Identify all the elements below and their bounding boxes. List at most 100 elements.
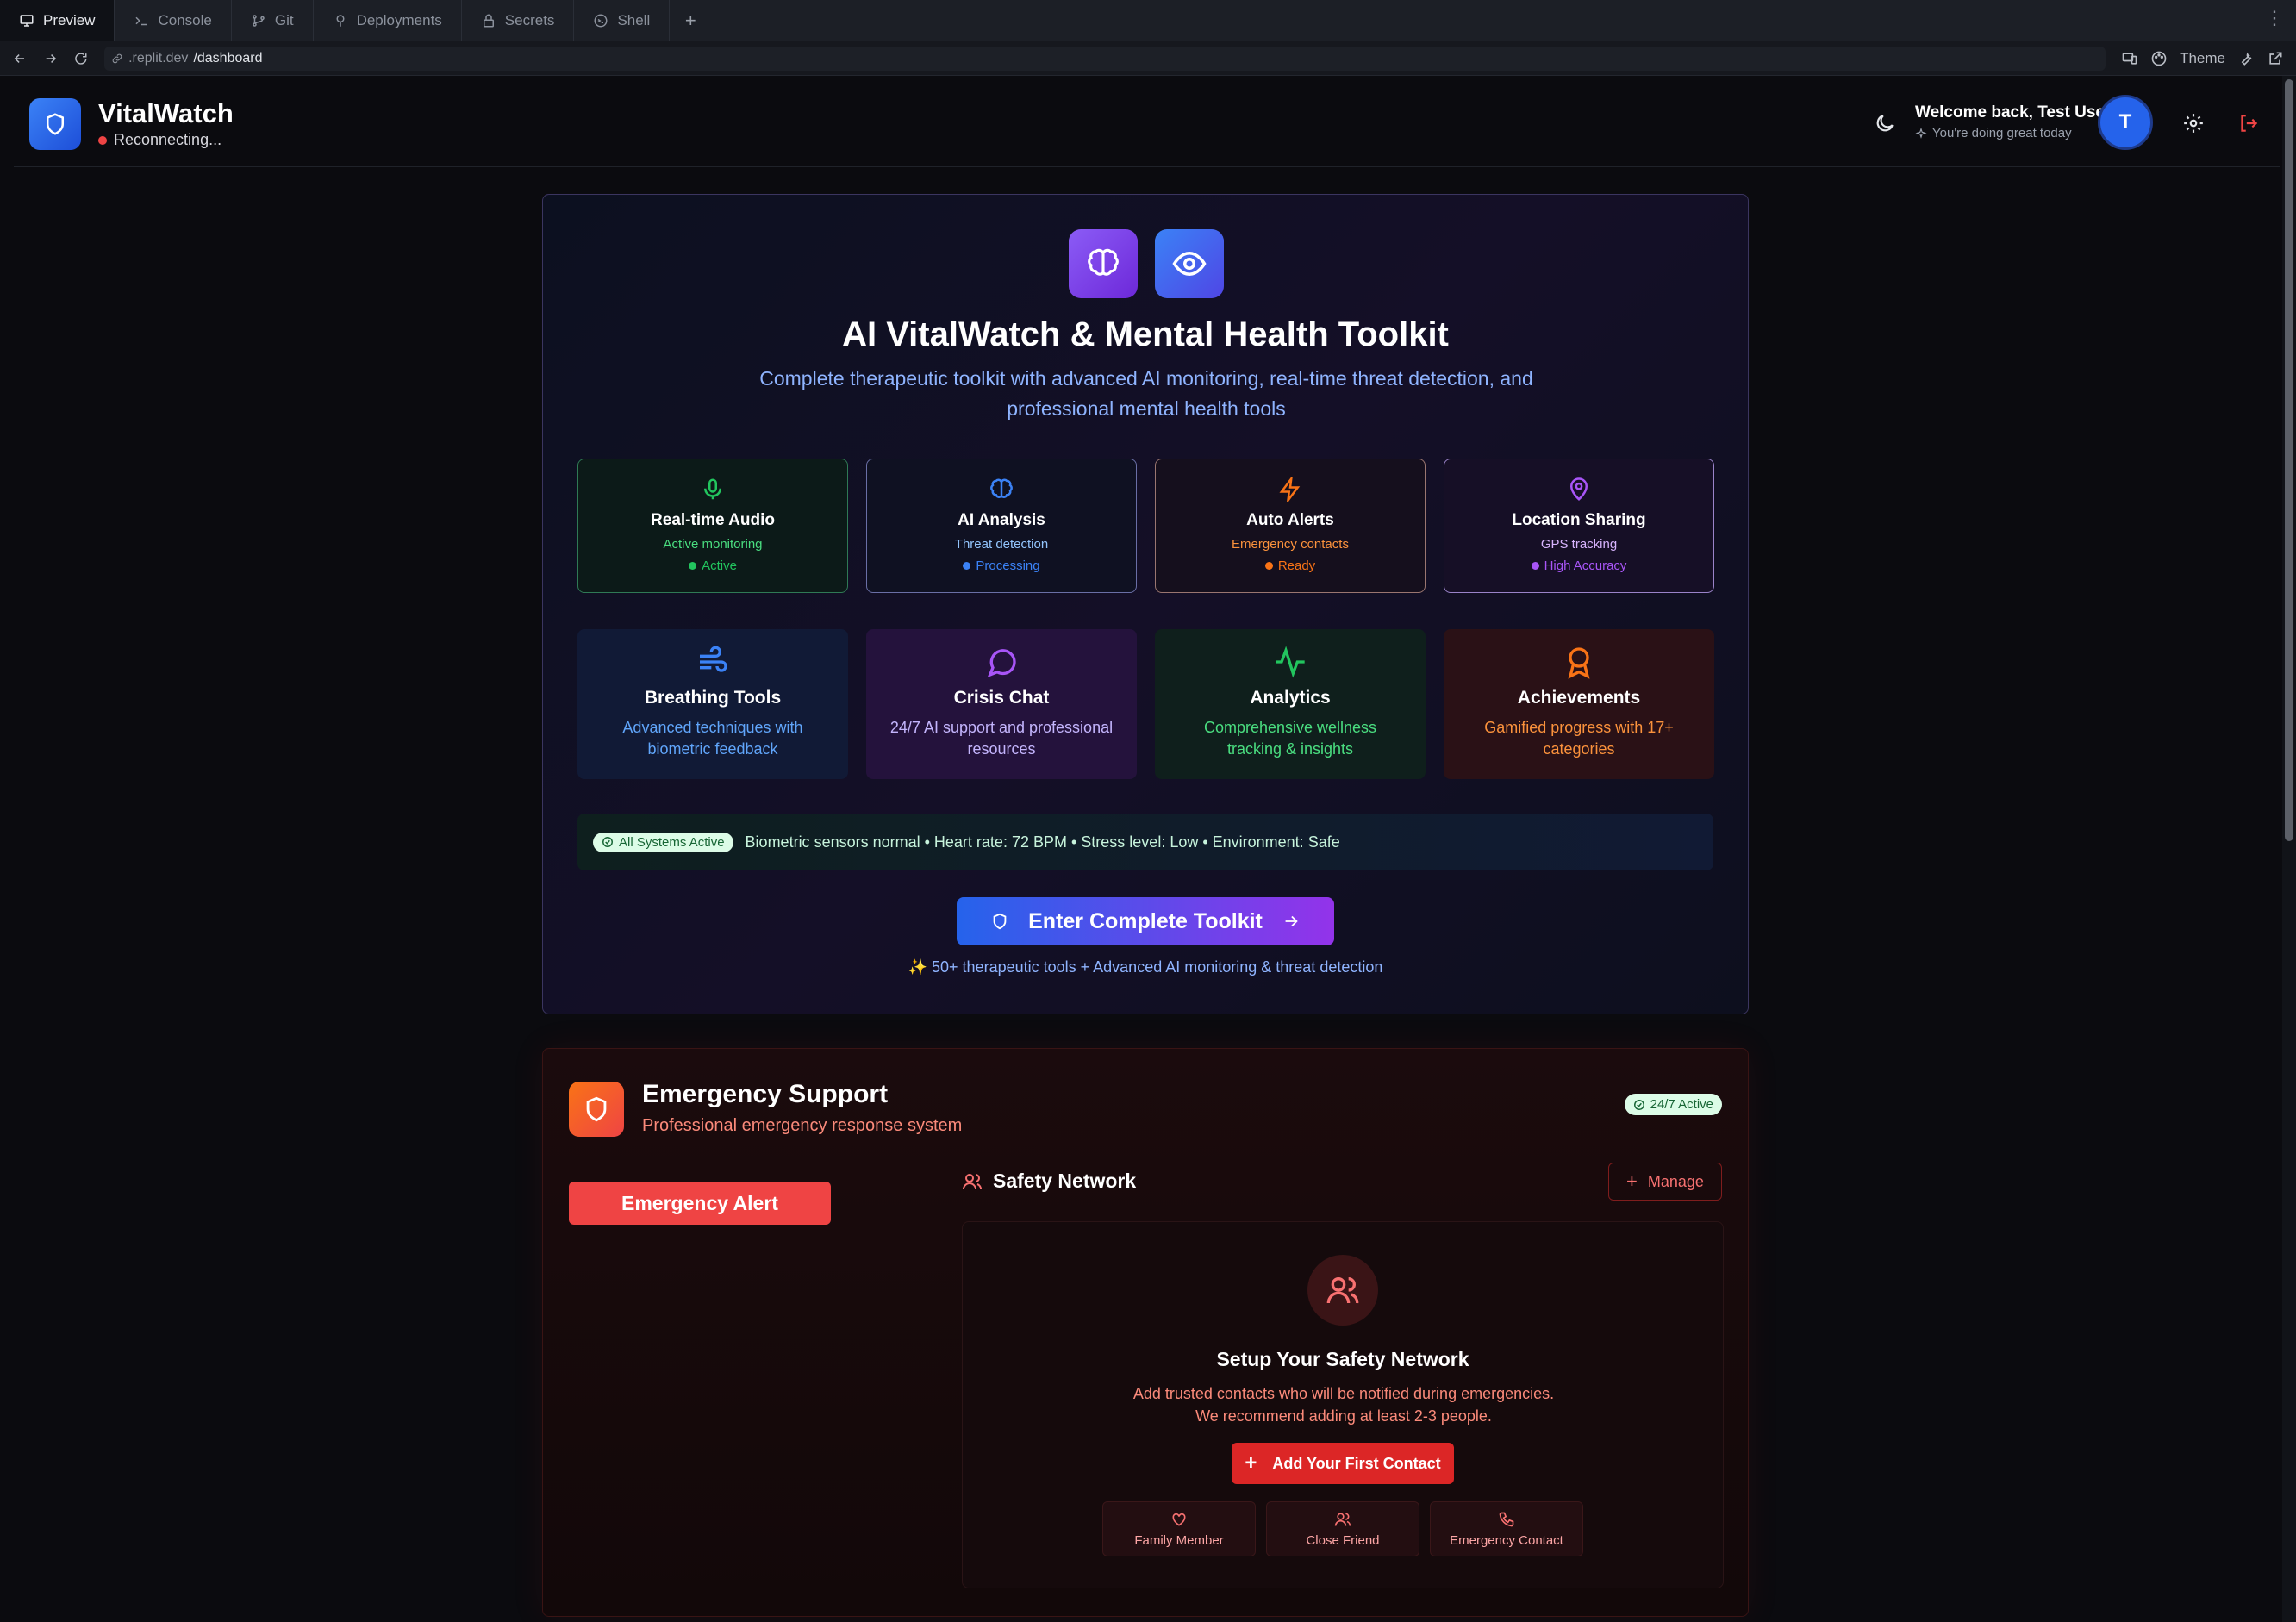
feature-cards: Breathing Tools Advanced techniques with…	[577, 629, 1714, 779]
feature-card-desc: Gamified progress with 17+ categories	[1484, 719, 1674, 758]
zap-icon	[1279, 477, 1301, 502]
tab-deployments[interactable]: Deployments	[314, 0, 462, 41]
arrow-right-icon	[1285, 915, 1298, 927]
more-menu-icon[interactable]: ⋮	[2265, 9, 2284, 28]
add-first-contact-button[interactable]: + Add Your First Contact	[1232, 1443, 1454, 1484]
wrench-icon[interactable]	[2237, 50, 2255, 67]
brain-icon	[1088, 248, 1119, 276]
contact-type-label: Family Member	[1134, 1532, 1224, 1548]
status-card-state: Processing	[963, 558, 1040, 573]
app-title: VitalWatch	[98, 98, 234, 128]
shield-icon	[586, 1096, 607, 1122]
manage-button[interactable]: + Manage	[1608, 1163, 1722, 1201]
tab-label: Deployments	[356, 11, 442, 28]
toolkit-subtitle: Complete therapeutic toolkit with advanc…	[759, 367, 1533, 420]
contact-type-label: Emergency Contact	[1450, 1532, 1563, 1548]
status-state-text: Processing	[976, 558, 1040, 573]
emergency-alert-button[interactable]: Emergency Alert	[569, 1182, 831, 1225]
feature-card-desc: Comprehensive wellness tracking & insigh…	[1203, 719, 1377, 758]
tab-git[interactable]: Git	[232, 0, 314, 41]
users-icon	[1334, 1513, 1351, 1526]
status-card-state: Active	[689, 558, 737, 573]
add-contact-label: Add Your First Contact	[1272, 1454, 1441, 1472]
shell-icon	[594, 14, 608, 27]
feature-card-title: Achievements	[1517, 688, 1641, 708]
deploy-icon	[336, 14, 345, 27]
feature-card-achievements[interactable]: Achievements Gamified progress with 17+ …	[1444, 629, 1714, 779]
status-badge-text: 24/7 Active	[1650, 1097, 1713, 1112]
tab-secrets[interactable]: Secrets	[462, 0, 575, 41]
theme-button[interactable]: Theme	[2180, 50, 2225, 67]
brain-hero-icon	[1069, 229, 1138, 298]
emergency-title: Emergency Support	[642, 1080, 889, 1108]
eye-icon	[1172, 251, 1207, 277]
devices-icon[interactable]	[2121, 50, 2138, 67]
feature-card-title: Breathing Tools	[644, 688, 782, 708]
connection-status-text: Reconnecting...	[114, 131, 222, 148]
app-header: VitalWatch Reconnecting... Welcome back,…	[14, 79, 2280, 167]
ide-tab-bar: Preview Console Git Deployments Secrets …	[0, 0, 2296, 41]
gear-icon[interactable]	[2182, 112, 2205, 134]
brain-icon	[990, 478, 1013, 498]
tab-preview[interactable]: Preview	[0, 0, 115, 41]
system-status-bar: All Systems Active Biometric sensors nor…	[577, 814, 1713, 870]
shield-icon	[993, 913, 1007, 930]
moon-icon[interactable]	[1874, 112, 1896, 134]
feature-card-analytics[interactable]: Analytics Comprehensive wellness trackin…	[1155, 629, 1426, 779]
reload-icon[interactable]	[73, 49, 89, 68]
status-state-text: Active	[702, 558, 737, 573]
status-card-audio[interactable]: Real-time Audio Active monitoring Active	[577, 459, 848, 593]
feature-card-desc: Advanced techniques with biometric feedb…	[622, 719, 803, 758]
toolkit-footer: ✨ 50+ therapeutic tools + Advanced AI mo…	[908, 958, 1383, 976]
contact-type-emergency[interactable]: Emergency Contact	[1430, 1501, 1583, 1556]
url-input[interactable]: .replit.dev/dashboard	[104, 46, 2106, 71]
status-card-title: Auto Alerts	[1246, 511, 1334, 529]
award-icon	[1568, 647, 1590, 679]
tab-shell[interactable]: Shell	[574, 0, 671, 41]
tab-label: Secrets	[504, 11, 555, 28]
status-card-title: AI Analysis	[958, 511, 1045, 529]
status-card-desc: Active monitoring	[663, 537, 763, 552]
contact-type-friend[interactable]: Close Friend	[1266, 1501, 1419, 1556]
status-badge: 24/7 Active	[1624, 1094, 1722, 1115]
lock-icon	[483, 14, 494, 27]
users-icon	[1326, 1277, 1359, 1304]
avatar[interactable]: T	[2098, 95, 2153, 150]
setup-desc-line-1: Add trusted contacts who will be notifie…	[1132, 1385, 1555, 1402]
tab-console[interactable]: Console	[115, 0, 232, 41]
scrollbar-thumb[interactable]	[2285, 79, 2293, 841]
status-card-alerts[interactable]: Auto Alerts Emergency contacts Ready	[1155, 459, 1426, 593]
welcome-block: Welcome back, Test User You're doing gre…	[1915, 103, 2111, 140]
status-state-text: Ready	[1277, 558, 1316, 573]
status-badge: All Systems Active	[593, 832, 733, 852]
connection-status: Reconnecting...	[98, 131, 221, 149]
shield-icon	[47, 113, 64, 135]
contact-type-row: Family Member Close Friend Emergency Con…	[1102, 1501, 1583, 1556]
safety-network-panel: Setup Your Safety Network Add trusted co…	[962, 1221, 1724, 1588]
external-link-icon[interactable]	[2267, 50, 2284, 67]
safety-network-header: Safety Network	[962, 1170, 1136, 1193]
feature-card-crisis-chat[interactable]: Crisis Chat 24/7 AI support and professi…	[866, 629, 1137, 779]
add-tab-button[interactable]: +	[670, 0, 711, 41]
users-icon	[963, 1173, 982, 1189]
enter-toolkit-button[interactable]: Enter Complete Toolkit	[957, 897, 1334, 945]
toolkit-card: AI VitalWatch & Mental Health Toolkit Co…	[542, 194, 1749, 1014]
back-arrow-icon[interactable]	[12, 49, 28, 68]
link-icon	[112, 53, 122, 63]
sparkle-icon	[1915, 127, 1927, 139]
logout-icon[interactable]	[2237, 112, 2260, 134]
forward-arrow-icon[interactable]	[43, 49, 59, 68]
status-dot	[98, 135, 107, 145]
palette-icon	[2151, 51, 2167, 66]
tab-label: Console	[158, 11, 212, 28]
manage-label: Manage	[1647, 1172, 1704, 1190]
status-badge-text: All Systems Active	[619, 834, 725, 850]
phone-icon	[1499, 1512, 1514, 1526]
welcome-sub: You're doing great today	[1915, 126, 2111, 140]
feature-card-breathing[interactable]: Breathing Tools Advanced techniques with…	[577, 629, 848, 779]
mic-icon	[704, 478, 721, 500]
contact-type-family[interactable]: Family Member	[1102, 1501, 1256, 1556]
status-card-location[interactable]: Location Sharing GPS tracking High Accur…	[1444, 459, 1714, 593]
git-branch-icon	[253, 14, 265, 27]
status-card-ai[interactable]: AI Analysis Threat detection Processing	[866, 459, 1137, 593]
